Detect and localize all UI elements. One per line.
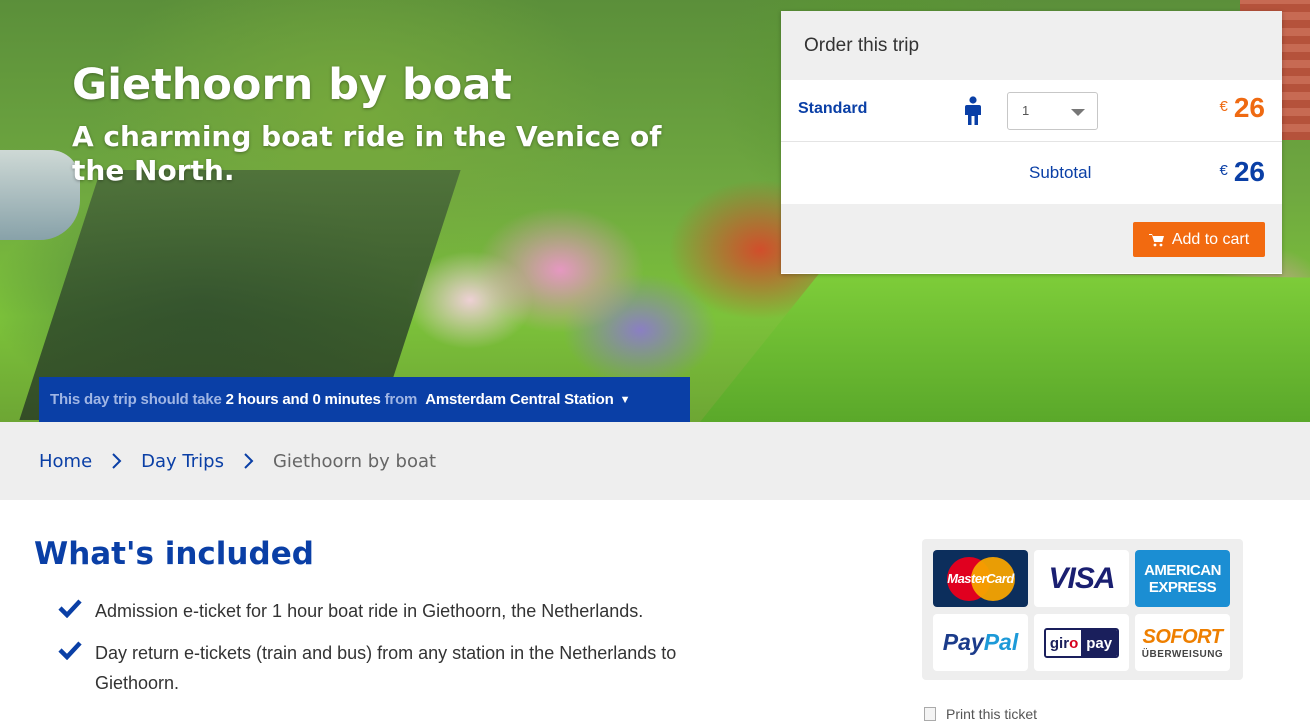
quantity-value: 1 xyxy=(1022,103,1030,118)
page-title: Giethoorn by boat xyxy=(72,60,512,110)
mastercard-logo: MasterCard xyxy=(933,550,1028,607)
whats-included-heading: What's included xyxy=(34,536,314,572)
duration-prefix: This day trip should take xyxy=(50,391,222,408)
giropay-label-1b: o xyxy=(1069,634,1079,652)
mastercard-label: MasterCard xyxy=(947,570,1014,586)
boat-scenery xyxy=(0,150,80,240)
departure-station-label: Amsterdam Central Station xyxy=(425,391,614,408)
add-to-cart-button[interactable]: Add to cart xyxy=(1133,222,1265,257)
list-item: Day return e-tickets (train and bus) fro… xyxy=(58,638,758,698)
caret-down-icon: ▼ xyxy=(619,393,631,406)
subtotal-currency: € xyxy=(1219,162,1228,179)
departure-station-dropdown[interactable]: Amsterdam Central Station ▼ xyxy=(425,391,630,408)
document-icon xyxy=(924,707,936,721)
included-item-text: Day return e-tickets (train and bus) fro… xyxy=(95,643,677,693)
chevron-right-icon xyxy=(244,453,254,469)
included-item-text: Admission e-ticket for 1 hour boat ride … xyxy=(95,601,644,621)
breadcrumb-home[interactable]: Home xyxy=(39,451,92,472)
sofort-logo: SOFORT ÜBERWEISUNG xyxy=(1135,614,1230,671)
giropay-label-2: pay xyxy=(1081,629,1118,656)
page-subtitle: A charming boat ride in the Venice of th… xyxy=(72,120,662,187)
print-ticket-label: Print this ticket xyxy=(946,706,1038,722)
duration-time: 2 hours and 0 minutes xyxy=(225,391,381,408)
chevron-down-icon xyxy=(1071,109,1085,116)
paypal-label-2: Pal xyxy=(983,629,1019,655)
ticket-type-label: Standard xyxy=(798,100,868,117)
subtotal-label: Subtotal xyxy=(1029,163,1092,182)
price-amount: 26 xyxy=(1233,92,1265,123)
sofort-label-1: SOFORT xyxy=(1142,625,1223,648)
add-to-cart-label: Add to cart xyxy=(1171,230,1250,248)
amex-logo: AMERICAN EXPRESS xyxy=(1135,550,1230,607)
paypal-label-1: Pay xyxy=(942,629,984,655)
chevron-right-icon xyxy=(112,453,122,469)
visa-logo: VISA xyxy=(1034,550,1129,607)
included-list: Admission e-ticket for 1 hour boat ride … xyxy=(58,596,758,710)
amex-label-1: AMERICAN xyxy=(1144,561,1221,579)
ticket-price: € 26 xyxy=(1220,92,1266,124)
quantity-select[interactable]: 1 xyxy=(1007,92,1098,130)
duration-from: from xyxy=(384,391,418,408)
trip-duration-bar: This day trip should take 2 hours and 0 … xyxy=(39,377,690,422)
order-panel: Order this trip Standard 1 € 26 Subtotal… xyxy=(781,11,1282,274)
amex-label-2: EXPRESS xyxy=(1148,578,1217,596)
breadcrumb: Home Day Trips Giethoorn by boat xyxy=(0,422,1310,500)
order-panel-footer: Add to cart xyxy=(781,204,1282,273)
print-ticket-link[interactable]: Print this ticket xyxy=(924,706,1037,722)
sofort-label-2: ÜBERWEISUNG xyxy=(1141,648,1224,660)
giropay-label-1a: gir xyxy=(1049,634,1070,652)
person-icon xyxy=(965,96,981,125)
payment-methods: MasterCard VISA AMERICAN EXPRESS PayPal … xyxy=(922,539,1243,680)
cart-icon xyxy=(1148,233,1164,246)
visa-label: VISA xyxy=(1048,561,1115,595)
lawn-scenery xyxy=(700,270,1310,422)
paypal-logo: PayPal xyxy=(933,614,1028,671)
breadcrumb-day-trips[interactable]: Day Trips xyxy=(141,451,224,472)
price-currency: € xyxy=(1219,98,1228,115)
checkmark-icon xyxy=(58,641,82,660)
subtotal-amount: 26 xyxy=(1233,156,1265,187)
giropay-logo: giro pay xyxy=(1034,614,1129,671)
order-panel-title: Order this trip xyxy=(781,11,1282,80)
ticket-row: Standard 1 € 26 xyxy=(781,80,1282,142)
breadcrumb-current: Giethoorn by boat xyxy=(272,450,437,472)
subtotal-price: € 26 xyxy=(1220,156,1266,188)
subtotal-row: Subtotal € 26 xyxy=(781,142,1282,204)
list-item: Admission e-ticket for 1 hour boat ride … xyxy=(58,596,758,626)
checkmark-icon xyxy=(58,599,82,618)
